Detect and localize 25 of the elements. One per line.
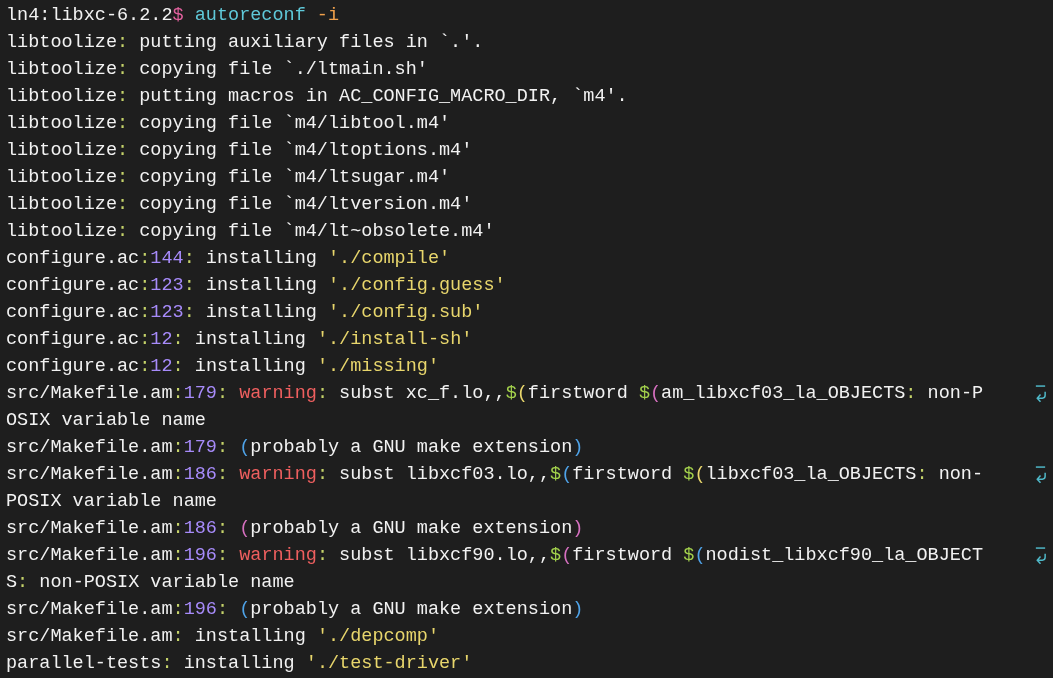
terminal-line: libtoolize: copying file `./ltmain.sh' xyxy=(6,58,428,82)
terminal-line: ln4:libxc-6.2.2$ autoreconf -i xyxy=(6,4,340,28)
terminal-line: configure.ac:123: installing './config.sub' xyxy=(6,301,484,325)
terminal-line: configure.ac:123: installing './config.guess' xyxy=(6,274,506,298)
terminal-line: parallel-tests: installing './test-driver' xyxy=(6,652,473,676)
terminal-line: src/Makefile.am: installing './depcomp' xyxy=(6,625,439,649)
terminal-line: libtoolize: copying file `m4/ltoptions.m4' xyxy=(6,139,473,163)
terminal-line: configure.ac:12: installing './install-sh' xyxy=(6,328,473,352)
terminal-line: POSIX variable name xyxy=(6,490,217,514)
terminal-line: libtoolize: putting auxiliary files in `.'. xyxy=(6,31,484,55)
terminal-line: libtoolize: copying file `m4/ltversion.m4' xyxy=(6,193,473,217)
terminal-line: src/Makefile.am:186: warning: subst libxcf03.lo,,$(firstword $(libxcf03_la_OBJECTS: non- xyxy=(6,463,984,487)
terminal-line: OSIX variable name xyxy=(6,409,206,433)
terminal-line: src/Makefile.am:186: (probably a GNU make extension) xyxy=(6,517,584,541)
terminal-line: libtoolize: copying file `m4/ltsugar.m4' xyxy=(6,166,451,190)
terminal-line: src/Makefile.am:196: (probably a GNU make extension) xyxy=(6,598,584,622)
terminal-line: src/Makefile.am:196: warning: subst libxcf90.lo,,$(firstword $(nodist_libxcf90_la_OBJECT xyxy=(6,544,984,568)
terminal-line: src/Makefile.am:179: (probably a GNU make extension) xyxy=(6,436,584,460)
terminal-line: src/Makefile.am:179: warning: subst xc_f.lo,,$(firstword $(am_libxcf03_la_OBJECTS: non-P xyxy=(6,382,984,406)
terminal-line: configure.ac:12: installing './missing' xyxy=(6,355,440,379)
terminal-line: libtoolize: copying file `m4/lt~obsolete.m4' xyxy=(6,220,495,244)
terminal-line: libtoolize: putting macros in AC_CONFIG_MACRO_DIR, `m4'. xyxy=(6,85,628,109)
terminal-line: configure.ac:144: installing './compile' xyxy=(6,247,451,271)
terminal-line: libtoolize: copying file `m4/libtool.m4' xyxy=(6,112,451,136)
terminal-line: S: non-POSIX variable name xyxy=(6,571,295,595)
